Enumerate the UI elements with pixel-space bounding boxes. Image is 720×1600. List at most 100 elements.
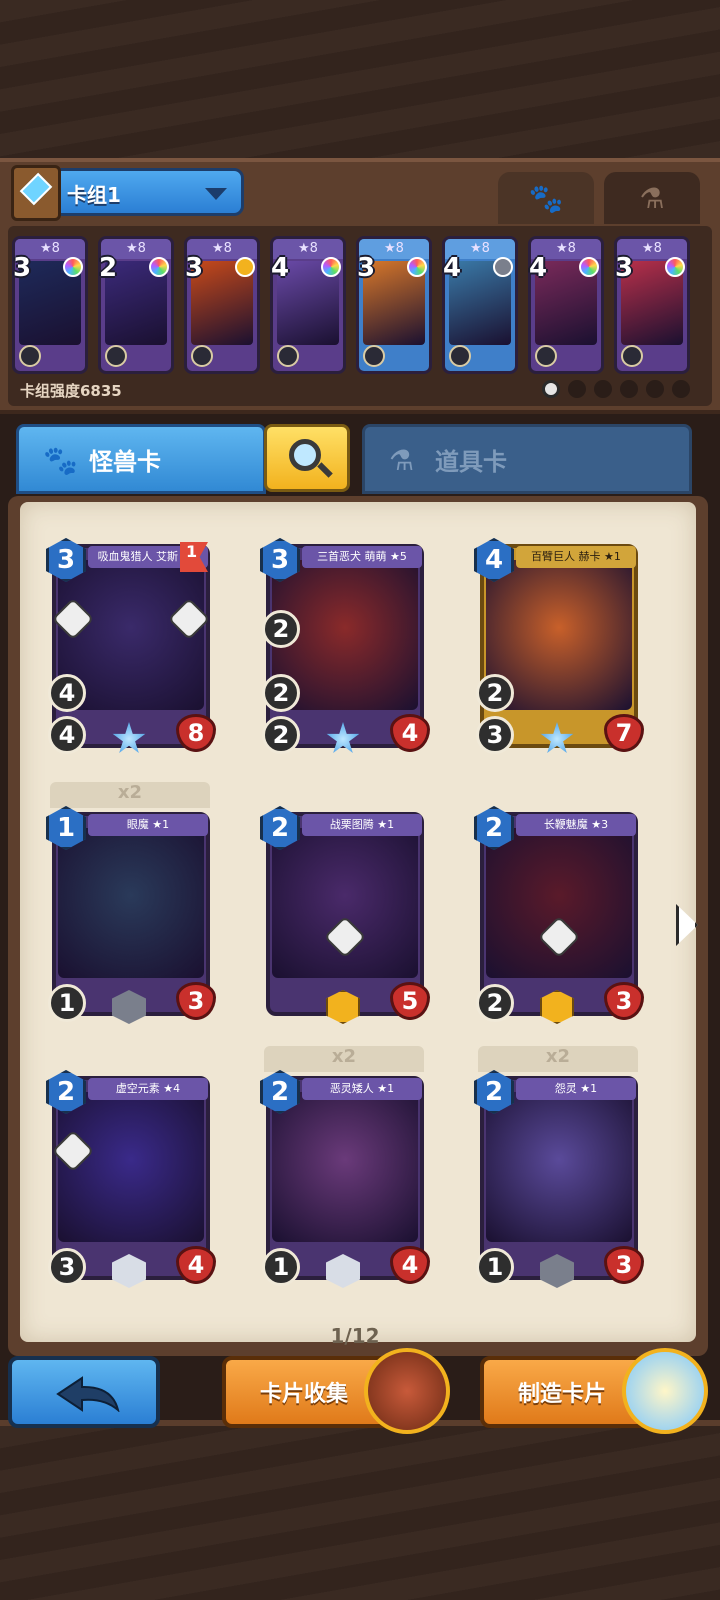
deck-card-cost: 4 (529, 253, 548, 283)
tool-icon (449, 345, 471, 367)
card-defense-stat: 1 (48, 984, 86, 1022)
card-attack-stat: 2 (476, 674, 514, 712)
tab-monster-cards[interactable]: 🐾 怪兽卡 (16, 424, 266, 494)
monster-card[interactable]: 战栗图腾 ★1 2 5 (260, 802, 430, 1024)
card-title: 虚空元素 ★4 (88, 1078, 208, 1100)
filter-water-icon[interactable] (620, 380, 638, 398)
element-gem-icon (63, 257, 83, 277)
deck-card[interactable]: ★8 3 (12, 236, 88, 374)
element-gem-icon (493, 257, 513, 277)
monster-card[interactable]: 吸血鬼猎人 艾斯 ★8 3 4 4 8 1 (46, 534, 216, 756)
card-title: 百臂巨人 赫卡 ★1 (516, 546, 636, 568)
deck-card-cost: 3 (615, 253, 634, 283)
deck-card[interactable]: ★8 4 (528, 236, 604, 374)
monster-card[interactable]: 百臂巨人 赫卡 ★1 4 2 3 7 (474, 534, 644, 756)
filter-fire-icon[interactable] (672, 380, 690, 398)
card-collection-label: 卡片收集 (260, 1382, 349, 1407)
element-gem-icon (407, 257, 427, 277)
deck-selector[interactable]: 卡组1 (11, 165, 244, 221)
card-title: 长鞭魅魔 ★3 (516, 814, 636, 836)
element-gem-icon (235, 257, 255, 277)
card-defense-stat: 2 (476, 984, 514, 1022)
card-hp-stat: 3 (176, 982, 216, 1020)
tool-icon (277, 345, 299, 367)
filter-all-icon[interactable] (542, 380, 560, 398)
monster-card[interactable]: 恶灵矮人 ★1 2 1 4 (260, 1066, 430, 1288)
monster-card[interactable]: 三首恶犬 萌萌 ★5 3 2 2 2 4 (260, 534, 430, 756)
paw-icon: 🐾 (528, 181, 564, 215)
card-hp-stat: 4 (390, 1246, 430, 1284)
card-defense-stat: 3 (48, 1248, 86, 1286)
deck-card-cost: 4 (271, 253, 290, 283)
craft-card-label: 制造卡片 (518, 1382, 607, 1407)
card-hp-stat: 4 (390, 714, 430, 752)
tool-icon (363, 345, 385, 367)
card-hp-stat: 3 (604, 1246, 644, 1284)
card-title: 怨灵 ★1 (516, 1078, 636, 1100)
tool-icon (105, 345, 127, 367)
card-defense-stat: 1 (262, 1248, 300, 1286)
element-gem-icon (665, 257, 685, 277)
deck-book-icon (11, 165, 61, 221)
monster-card[interactable]: 怨灵 ★1 2 1 3 (474, 1066, 644, 1288)
tab-item-deck[interactable]: ⚗ (604, 172, 700, 224)
deck-card-cost: 3 (185, 253, 204, 283)
deck-card-cost: 2 (99, 253, 118, 283)
potion-icon: ⚗ (389, 444, 415, 477)
monster-card[interactable]: 长鞭魅魔 ★3 2 2 3 (474, 802, 644, 1024)
tool-icon (191, 345, 213, 367)
card-title: 恶灵矮人 ★1 (302, 1078, 422, 1100)
deck-element-filters (542, 380, 690, 398)
card-attack-stat: 4 (48, 674, 86, 712)
potion-icon: ⚗ (639, 181, 665, 215)
tool-icon (19, 345, 41, 367)
back-arrow-icon (56, 1376, 120, 1412)
tab-monster-deck[interactable]: 🐾 (498, 172, 594, 224)
search-button[interactable] (264, 424, 350, 492)
chevron-down-icon[interactable] (205, 188, 227, 200)
tool-icon (535, 345, 557, 367)
card-art (486, 1092, 632, 1242)
card-defense-stat: 4 (48, 716, 86, 754)
card-hp-stat: 5 (390, 982, 430, 1020)
card-art (58, 1092, 204, 1242)
card-defense-stat: 1 (476, 1248, 514, 1286)
filter-beast-icon[interactable] (594, 380, 612, 398)
card-art (58, 828, 204, 978)
deck-card[interactable]: ★8 2 (98, 236, 174, 374)
craft-potion-icon[interactable] (622, 1348, 708, 1434)
back-button[interactable] (8, 1356, 160, 1428)
deck-power: 卡组强度6835 (20, 382, 122, 400)
deck-name: 卡组1 (67, 183, 121, 207)
card-hp-stat: 7 (604, 714, 644, 752)
monster-card[interactable]: 虚空元素 ★4 2 3 4 (46, 1066, 216, 1288)
filter-dragon-icon[interactable] (646, 380, 664, 398)
card-title: 战栗图腾 ★1 (302, 814, 422, 836)
element-gem-icon (579, 257, 599, 277)
element-gem-icon (149, 257, 169, 277)
card-title: 眼魔 ★1 (88, 814, 208, 836)
card-title: 三首恶犬 萌萌 ★5 (302, 546, 422, 568)
deck-card-cost: 3 (13, 253, 32, 283)
deck-card[interactable]: ★8 3 (356, 236, 432, 374)
search-icon-handle (317, 462, 333, 478)
tab-item-label: 道具卡 (435, 447, 507, 476)
card-collection-icon[interactable] (364, 1348, 450, 1434)
tool-icon (621, 345, 643, 367)
card-attack-stat: 2 (262, 674, 300, 712)
filter-arcane-icon[interactable] (568, 380, 586, 398)
card-hp-stat: 4 (176, 1246, 216, 1284)
monster-card[interactable]: 眼魔 ★1 1 1 3 (46, 802, 216, 1024)
deck-card[interactable]: ★8 4 (442, 236, 518, 374)
tab-item-cards[interactable]: ⚗ 道具卡 (362, 424, 692, 494)
card-extra-stat: 2 (262, 610, 300, 648)
deck-card[interactable]: ★8 3 (184, 236, 260, 374)
deck-card[interactable]: ★8 4 (270, 236, 346, 374)
deck-card[interactable]: ★8 3 (614, 236, 690, 374)
wood-header-background (0, 0, 720, 160)
deck-card-cost: 3 (357, 253, 376, 283)
deck-card-cost: 4 (443, 253, 462, 283)
card-defense-stat: 3 (476, 716, 514, 754)
card-art (272, 1092, 418, 1242)
wood-footer-background (0, 1420, 720, 1600)
